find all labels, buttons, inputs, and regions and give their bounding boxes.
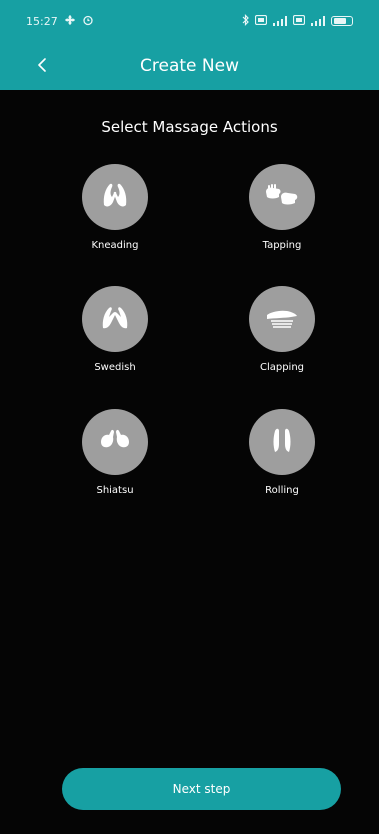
battery-icon bbox=[331, 16, 353, 26]
action-icon-circle bbox=[249, 164, 315, 230]
action-clapping[interactable]: Clapping bbox=[222, 286, 342, 373]
tapping-fists-icon bbox=[261, 175, 303, 219]
bluetooth-icon bbox=[242, 13, 250, 29]
page-title: Create New bbox=[140, 56, 239, 76]
action-label: Kneading bbox=[91, 240, 139, 251]
action-kneading[interactable]: Kneading bbox=[55, 164, 175, 251]
action-label: Tapping bbox=[262, 240, 302, 251]
back-button[interactable] bbox=[28, 52, 56, 80]
rolling-hands-icon bbox=[262, 420, 302, 464]
signal-icon bbox=[272, 16, 288, 26]
fan-icon bbox=[64, 14, 76, 29]
action-icon-circle bbox=[82, 409, 148, 475]
next-step-button[interactable]: Next step bbox=[62, 768, 341, 810]
nfc-icon bbox=[292, 14, 306, 28]
action-label: Clapping bbox=[259, 362, 305, 373]
action-icon-circle bbox=[82, 164, 148, 230]
nfc-icon bbox=[254, 14, 268, 28]
app-header: Create New bbox=[0, 42, 379, 90]
status-time: 15:27 bbox=[26, 14, 58, 28]
action-icon-circle bbox=[82, 286, 148, 352]
action-icon-circle bbox=[249, 409, 315, 475]
action-tapping[interactable]: Tapping bbox=[222, 164, 342, 251]
action-label: Swedish bbox=[94, 362, 136, 373]
chevron-left-icon bbox=[37, 57, 47, 76]
shiatsu-thumbs-icon bbox=[95, 420, 135, 464]
action-swedish[interactable]: Swedish bbox=[55, 286, 175, 373]
action-rolling[interactable]: Rolling bbox=[222, 409, 342, 496]
signal-icon bbox=[310, 16, 326, 26]
clapping-hand-icon bbox=[261, 297, 303, 341]
status-bar: 15:27 bbox=[0, 0, 379, 42]
action-shiatsu[interactable]: Shiatsu bbox=[55, 409, 175, 496]
alarm-icon bbox=[82, 14, 94, 29]
section-title: Select Massage Actions bbox=[101, 118, 278, 136]
status-right bbox=[242, 13, 353, 29]
swedish-hands-icon bbox=[95, 297, 135, 341]
action-icon-circle bbox=[249, 286, 315, 352]
action-label: Rolling bbox=[265, 485, 299, 496]
kneading-hands-icon bbox=[95, 175, 135, 219]
action-label: Shiatsu bbox=[96, 485, 134, 496]
status-left: 15:27 bbox=[26, 14, 94, 29]
